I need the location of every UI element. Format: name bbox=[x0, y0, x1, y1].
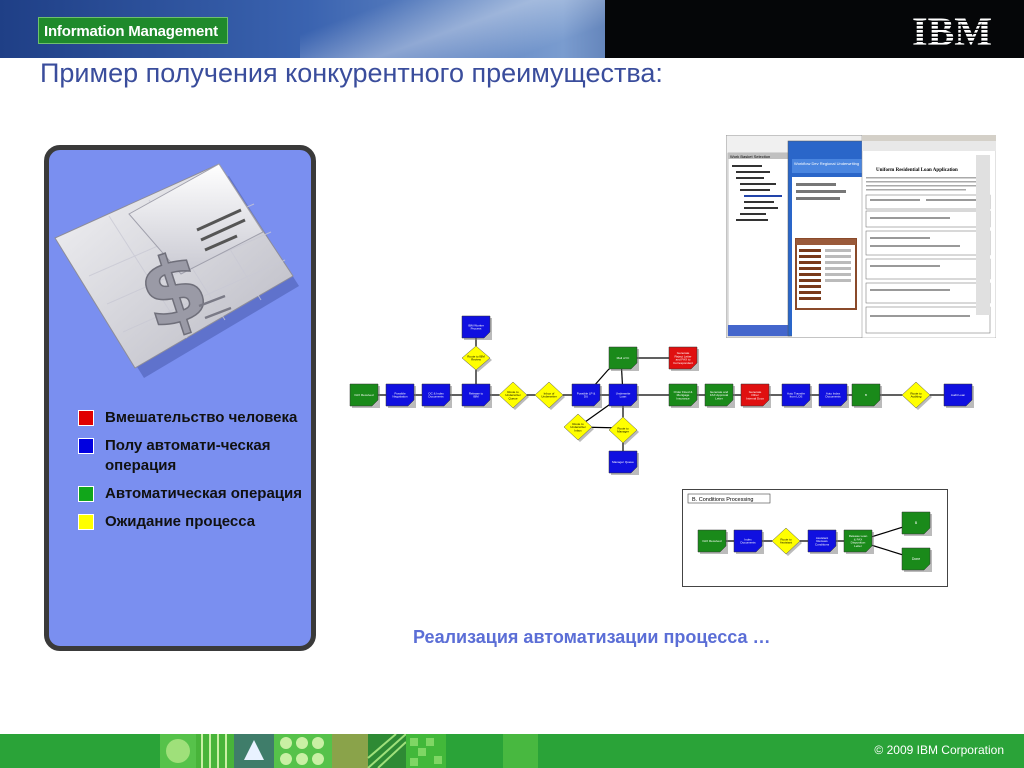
node-label: Done bbox=[912, 557, 920, 561]
legend-item-auto: Автоматическая операция bbox=[74, 484, 314, 504]
page-title: Пример получения конкурентного преимущес… bbox=[40, 58, 663, 88]
process-node: Generate Reject Letter and FAX to Correspon… bbox=[668, 346, 699, 371]
footer-bar: © 2009 IBM Corporation bbox=[0, 734, 1024, 768]
conditions-title: B. Conditions Processing bbox=[692, 497, 753, 503]
conditions-node: B bbox=[901, 511, 932, 536]
conditions-processing-diagram: B. Conditions Processing FAX Received Inde… bbox=[682, 489, 948, 587]
legend-label: Вмешательство человека bbox=[105, 409, 298, 426]
process-node: FAX Received bbox=[349, 383, 380, 408]
node-label: Auto Transfer from LOS bbox=[787, 391, 805, 398]
node-label: B bbox=[865, 393, 867, 397]
legend-item-semi-auto: Полу автомати-ческая операция bbox=[74, 436, 314, 476]
process-node: Route to IBM Review bbox=[461, 345, 492, 372]
automation-caption: Реализация автоматизации процесса … bbox=[413, 627, 771, 647]
process-node: Audit Loan bbox=[943, 383, 974, 408]
dollar-check-illustration: $ bbox=[54, 163, 299, 378]
legend-item-wait: Ожидание процесса bbox=[74, 512, 314, 532]
node-label: Route to Auditing bbox=[910, 391, 922, 398]
app-window-title: Workflow Dev Regional Underwriting bbox=[794, 161, 859, 166]
brand-label: Information Management bbox=[38, 17, 228, 44]
ibm-logo-text: IBM bbox=[912, 10, 992, 50]
process-node: OC & Index Documents bbox=[421, 383, 452, 408]
node-label: Route to Manager bbox=[617, 426, 629, 433]
application-screenshot: Work Basket Selection Workflow Dev Regio… bbox=[726, 135, 996, 338]
legend-swatch-yellow bbox=[78, 514, 94, 530]
legend-list: Вмешательство человека Полу автомати-чес… bbox=[74, 408, 314, 540]
form-title: Uniform Residential Loan Application bbox=[876, 168, 958, 173]
process-node: Possible LP & DU bbox=[571, 383, 602, 408]
conditions-node: Release Loan & FAX Disposition Letter bbox=[843, 529, 874, 554]
legend-swatch-blue bbox=[78, 438, 94, 454]
node-label: FAX Received bbox=[702, 539, 721, 543]
process-node: Possible Negotiation bbox=[385, 383, 416, 408]
legend-panel: $ Вмешательство человека Полу автомати-ч… bbox=[44, 145, 316, 651]
legend-label: Ожидание процесса bbox=[105, 513, 256, 530]
header-light-streak bbox=[300, 0, 610, 58]
process-node: Route to Manager bbox=[608, 416, 639, 445]
node-label: Route to Assistant bbox=[780, 537, 792, 544]
conditions-node: Done bbox=[901, 547, 932, 572]
process-flow-diagram: FAX Received Possible Negotiation OC & Inde… bbox=[349, 315, 974, 475]
footer-decoration bbox=[160, 734, 446, 768]
conditions-node: Assistant Reviews Conditions bbox=[807, 529, 838, 554]
process-node: Inbox of Underwriter bbox=[534, 381, 565, 410]
legend-label: Полу автомати-ческая операция bbox=[105, 437, 271, 474]
node-label: Mail of IC bbox=[617, 356, 631, 360]
process-node: Route to Underwriter Queue bbox=[498, 381, 529, 410]
node-label: Auto Index Documents bbox=[825, 391, 841, 398]
legend-swatch-green bbox=[78, 486, 94, 502]
legend-label: Автоматическая операция bbox=[105, 485, 303, 502]
process-node: Underwrite Loan bbox=[608, 383, 639, 408]
node-label: OC & Index Documents bbox=[428, 391, 444, 398]
node-label: Assistant Reviews Conditions bbox=[815, 536, 830, 547]
legend-item-human: Вмешательство человека bbox=[74, 408, 314, 428]
process-node: Mail of IC bbox=[608, 346, 639, 371]
node-label: Audit Loan bbox=[951, 393, 966, 397]
footer-block bbox=[503, 734, 538, 768]
tree-window-title: Work Basket Selection bbox=[730, 154, 770, 159]
process-node: B bbox=[851, 383, 882, 408]
conditions-node: FAX Received bbox=[697, 529, 728, 554]
legend-swatch-red bbox=[78, 410, 94, 426]
process-node: IBM Worker Process bbox=[461, 315, 492, 340]
process-node: Manager Queue bbox=[608, 450, 639, 475]
process-node: Auto Index Documents bbox=[818, 383, 849, 408]
process-node: Route to Auditing bbox=[901, 381, 932, 410]
header-bar: Information Management IBM bbox=[0, 0, 1024, 58]
node-label: Possible Negotiation bbox=[392, 391, 408, 398]
process-node: Generate and FAX Approval Letter bbox=[704, 383, 735, 408]
ibm-logo-icon: IBM bbox=[912, 10, 992, 50]
conditions-node: Index Documents bbox=[733, 529, 764, 554]
node-label: FAX Received bbox=[354, 393, 373, 397]
copyright-text: © 2009 IBM Corporation bbox=[874, 743, 1004, 757]
process-node: Release to IBM bbox=[461, 383, 492, 408]
node-label: Manager Queue bbox=[612, 460, 634, 464]
process-node: Generate Other Internal Docs bbox=[740, 383, 771, 408]
process-node: Auto Transfer from LOS bbox=[781, 383, 812, 408]
process-node: Order Flood & Mortgage Insurance bbox=[668, 383, 699, 408]
